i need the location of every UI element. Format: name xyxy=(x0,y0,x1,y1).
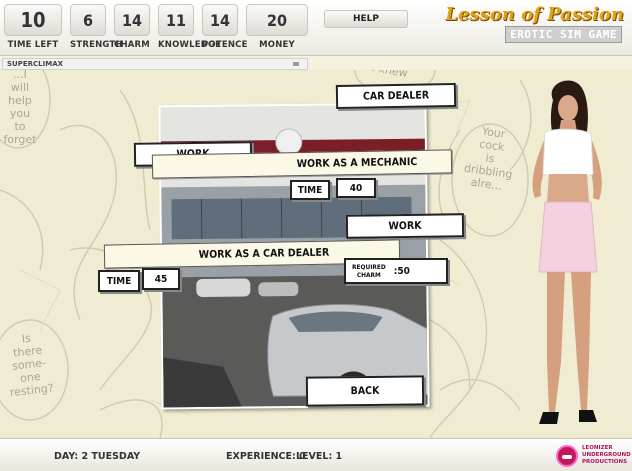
stat-time-left-value: 10 xyxy=(4,4,62,36)
stat-potence: 14 POTENCE xyxy=(202,4,248,52)
job-car-dealer-requirement: REQUIRED CHARM :50 xyxy=(344,258,448,284)
stat-charm: 14 CHARM xyxy=(114,4,150,52)
status-bar: DAY: 2 TUESDAY EXPERIENCE: 0 LEVEL: 1 xyxy=(0,438,632,471)
job-car-dealer-time-value: 45 xyxy=(142,268,180,290)
stat-charm-label: CHARM xyxy=(114,40,150,50)
publisher-logo-icon xyxy=(556,445,578,467)
model-figure xyxy=(532,80,602,424)
experience-indicator: EXPERIENCE: 0 xyxy=(226,451,306,462)
stat-strength-value: 6 xyxy=(70,4,106,36)
bubble-left: ...I will help you to forget xyxy=(3,70,37,146)
logo-subtitle: EROTIC SIM GAME xyxy=(505,26,622,43)
stat-charm-value: 14 xyxy=(114,4,150,36)
game-logo: Lesson of Passion EROTIC SIM GAME xyxy=(445,4,628,48)
day-indicator: DAY: 2 TUESDAY xyxy=(54,451,141,462)
back-button[interactable]: BACK xyxy=(305,375,425,407)
help-button[interactable]: HELP xyxy=(324,10,408,28)
stat-knowledge: 11 KNOWLEDGE xyxy=(158,4,222,52)
stat-money: 20 MONEY xyxy=(246,4,308,52)
required-charm-value: :50 xyxy=(393,265,410,277)
job-mechanic-time-label: TIME xyxy=(290,180,330,200)
stat-potence-label: POTENCE xyxy=(202,40,248,50)
stat-money-value: 20 xyxy=(246,4,308,36)
stats-bar: 10 TIME LEFT 6 STRENGTH 14 CHARM 11 KNOW… xyxy=(0,0,632,56)
publisher-logo-text: LEONIZER UNDERGROUND PRODUCTIONS xyxy=(582,445,631,465)
bubble-bottom-left: Is there some- one resting? xyxy=(9,331,55,400)
minimize-icon[interactable] xyxy=(293,62,299,66)
stat-time-left-label: TIME LEFT xyxy=(7,40,59,50)
stat-knowledge-value: 11 xyxy=(158,4,194,36)
stat-knowledge-label: KNOWLEDGE xyxy=(158,40,222,50)
job-car-dealer-name: WORK AS A CAR DEALER xyxy=(198,246,330,261)
logo-title: Lesson of Passion xyxy=(445,4,624,25)
level-indicator: LEVEL: 1 xyxy=(296,451,343,462)
stat-time-left: 10 TIME LEFT xyxy=(4,4,62,52)
publisher-logo: LEONIZER UNDERGROUND PRODUCTIONS xyxy=(556,443,631,469)
stat-strength-label: STRENGTH xyxy=(70,40,123,50)
location-bar-title: SUPERCLIMAX xyxy=(7,60,64,68)
stat-money-label: MONEY xyxy=(259,40,295,50)
location-bar: SUPERCLIMAX xyxy=(2,58,308,70)
required-charm-label: REQUIRED CHARM xyxy=(352,263,386,279)
location-title: CAR DEALER xyxy=(335,82,457,110)
job-mechanic-name: WORK AS A MECHANIC xyxy=(296,155,418,171)
work-car-dealer-button[interactable]: WORK xyxy=(345,213,465,239)
stat-strength: 6 STRENGTH xyxy=(70,4,123,52)
stat-potence-value: 14 xyxy=(202,4,238,36)
job-mechanic-time-value: 40 xyxy=(336,178,376,198)
job-car-dealer-time-label: TIME xyxy=(98,270,140,292)
